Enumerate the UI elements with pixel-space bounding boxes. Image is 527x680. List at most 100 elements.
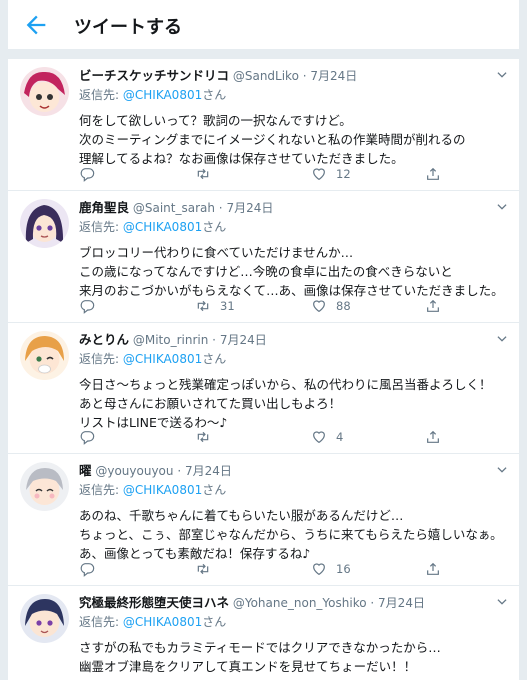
tweet[interactable]: 曜 @youyouyou · 7月24日 返信先: @CHIKA0801さん あ… — [8, 454, 519, 586]
share-button[interactable] — [425, 165, 441, 183]
reply-context: 返信先: @CHIKA0801さん — [79, 351, 226, 367]
tweet-line: この歳になってなんですけど…今晩の食卓に出たの食べきらないと — [79, 264, 453, 279]
reply-button[interactable] — [79, 297, 104, 315]
chevron-down-icon — [497, 336, 507, 342]
display-name[interactable]: 曜 — [79, 463, 92, 478]
tweet-menu-button[interactable] — [495, 199, 509, 213]
tweet-line: 幽霊オブ津島をクリアして真エンドを見せてちょーだい！！ — [79, 659, 417, 674]
share-icon — [427, 562, 439, 575]
retweet-icon — [197, 300, 209, 312]
reply-prefix: 返信先: — [79, 352, 120, 366]
reply-to-link[interactable]: @CHIKA0801 — [123, 88, 202, 102]
back-button[interactable] — [22, 11, 50, 39]
tweet[interactable]: 鹿角聖良 @Saint_sarah · 7月24日 返信先: @CHIKA080… — [8, 191, 519, 323]
reply-icon — [80, 168, 95, 182]
reply-context: 返信先: @CHIKA0801さん — [79, 482, 226, 498]
back-arrow-icon — [26, 15, 46, 35]
display-name[interactable]: 究極最終形態堕天使ヨハネ — [79, 595, 229, 610]
tweet[interactable]: ビーチスケッチサンドリコ @SandLiko · 7月24日 返信先: @CHI… — [8, 59, 519, 191]
retweet-button[interactable] — [195, 560, 220, 578]
heart-icon — [313, 300, 325, 313]
reply-button[interactable] — [79, 428, 104, 446]
reply-to-link[interactable]: @CHIKA0801 — [123, 220, 202, 234]
heart-icon — [313, 168, 325, 181]
tweet-date[interactable]: 7月24日 — [220, 333, 267, 347]
tweet-text: 今日さ〜ちょっと残業確定っぽいから、私の代わりに風呂当番よろしく！ あと母さんに… — [79, 375, 507, 432]
tweet-line: 何をして欲しいって？歌詞の一択なんですけど。 — [79, 113, 352, 128]
avatar[interactable] — [20, 594, 69, 643]
tweet-screen: ツイートする ビーチスケッチサンドリコ @SandLiko · 7月24日 返信… — [8, 0, 519, 680]
display-name[interactable]: ビーチスケッチサンドリコ — [79, 68, 229, 83]
chevron-down-icon — [497, 599, 507, 605]
tweet-menu-button[interactable] — [495, 67, 509, 81]
like-button[interactable]: 16 — [311, 560, 351, 578]
separator: · — [218, 201, 223, 215]
avatar[interactable] — [20, 67, 69, 116]
reply-suffix: さん — [202, 352, 227, 366]
avatar[interactable] — [20, 199, 69, 248]
user-handle[interactable]: @Saint_sarah — [133, 201, 215, 215]
avatar-image — [20, 199, 69, 248]
user-handle[interactable]: @Yohane_non_Yoshiko — [233, 596, 367, 610]
page-title: ツイートする — [74, 17, 182, 38]
retweet-button[interactable]: 31 — [195, 297, 235, 315]
reply-suffix: さん — [202, 615, 227, 629]
tweet-menu-button[interactable] — [495, 331, 509, 345]
retweet-button[interactable] — [195, 428, 220, 446]
tweet-date[interactable]: 7月24日 — [185, 464, 232, 478]
like-count: 88 — [336, 299, 351, 313]
reply-to-link[interactable]: @CHIKA0801 — [123, 352, 202, 366]
user-handle[interactable]: @Mito_rinrin — [133, 333, 208, 347]
display-name[interactable]: みとりん — [79, 332, 129, 347]
like-button[interactable]: 4 — [311, 428, 343, 446]
tweet-meta: 曜 @youyouyou · 7月24日 — [79, 463, 489, 479]
reply-context: 返信先: @CHIKA0801さん — [79, 219, 226, 235]
share-button[interactable] — [425, 560, 441, 578]
reply-prefix: 返信先: — [79, 220, 120, 234]
like-button[interactable]: 12 — [311, 165, 351, 183]
heart-icon — [313, 563, 325, 576]
separator: · — [370, 596, 375, 610]
tweet-meta: 究極最終形態堕天使ヨハネ @Yohane_non_Yoshiko · 7月24日 — [79, 595, 489, 611]
reply-button[interactable] — [79, 560, 104, 578]
tweet[interactable]: みとりん @Mito_rinrin · 7月24日 返信先: @CHIKA080… — [8, 323, 519, 454]
share-button[interactable] — [425, 297, 441, 315]
tweet-line: あのね、千歌ちゃんに着てもらいたい服があるんだけど… — [79, 508, 404, 523]
tweet-actions: 12 — [79, 165, 459, 183]
reply-context: 返信先: @CHIKA0801さん — [79, 87, 226, 103]
tweet-date[interactable]: 7月24日 — [310, 69, 357, 83]
avatar-image — [20, 331, 69, 380]
tweet-text: 何をして欲しいって？歌詞の一択なんですけど。 次のミーティングまでにイメージくれ… — [79, 111, 507, 168]
avatar-image — [20, 594, 69, 643]
tweet-meta: 鹿角聖良 @Saint_sarah · 7月24日 — [79, 200, 489, 216]
reply-prefix: 返信先: — [79, 615, 120, 629]
like-button[interactable]: 88 — [311, 297, 351, 315]
retweet-button[interactable] — [195, 165, 220, 183]
heart-icon — [313, 431, 325, 444]
user-handle[interactable]: @SandLiko — [233, 69, 299, 83]
reply-context: 返信先: @CHIKA0801さん — [79, 614, 226, 630]
like-count: 12 — [336, 167, 351, 181]
user-handle[interactable]: @youyouyou — [95, 464, 173, 478]
reply-to-link[interactable]: @CHIKA0801 — [123, 483, 202, 497]
separator: · — [302, 69, 307, 83]
share-button[interactable] — [425, 428, 441, 446]
share-icon — [427, 167, 439, 180]
reply-prefix: 返信先: — [79, 483, 120, 497]
reply-button[interactable] — [79, 165, 104, 183]
like-count: 16 — [336, 562, 351, 576]
tweet-date[interactable]: 7月24日 — [226, 201, 273, 215]
tweet-line: あと母さんにお願いされてた買い出しもよろ！ — [79, 396, 342, 411]
reply-suffix: さん — [202, 88, 227, 102]
tweet-line: ちょっと、こぅ、部室じゃなんだから、うちに来てもらえたら嬉しいなぁ。 — [79, 527, 503, 542]
tweet-menu-button[interactable] — [495, 594, 509, 608]
tweet-date[interactable]: 7月24日 — [378, 596, 425, 610]
display-name[interactable]: 鹿角聖良 — [79, 200, 129, 215]
reply-to-link[interactable]: @CHIKA0801 — [123, 615, 202, 629]
tweet-line: ブロッコリー代わりに食べていただけませんか… — [79, 245, 354, 260]
tweet-menu-button[interactable] — [495, 462, 509, 476]
reply-icon — [80, 300, 95, 314]
avatar[interactable] — [20, 462, 69, 511]
tweet[interactable]: 究極最終形態堕天使ヨハネ @Yohane_non_Yoshiko · 7月24日… — [8, 586, 519, 680]
avatar[interactable] — [20, 331, 69, 380]
